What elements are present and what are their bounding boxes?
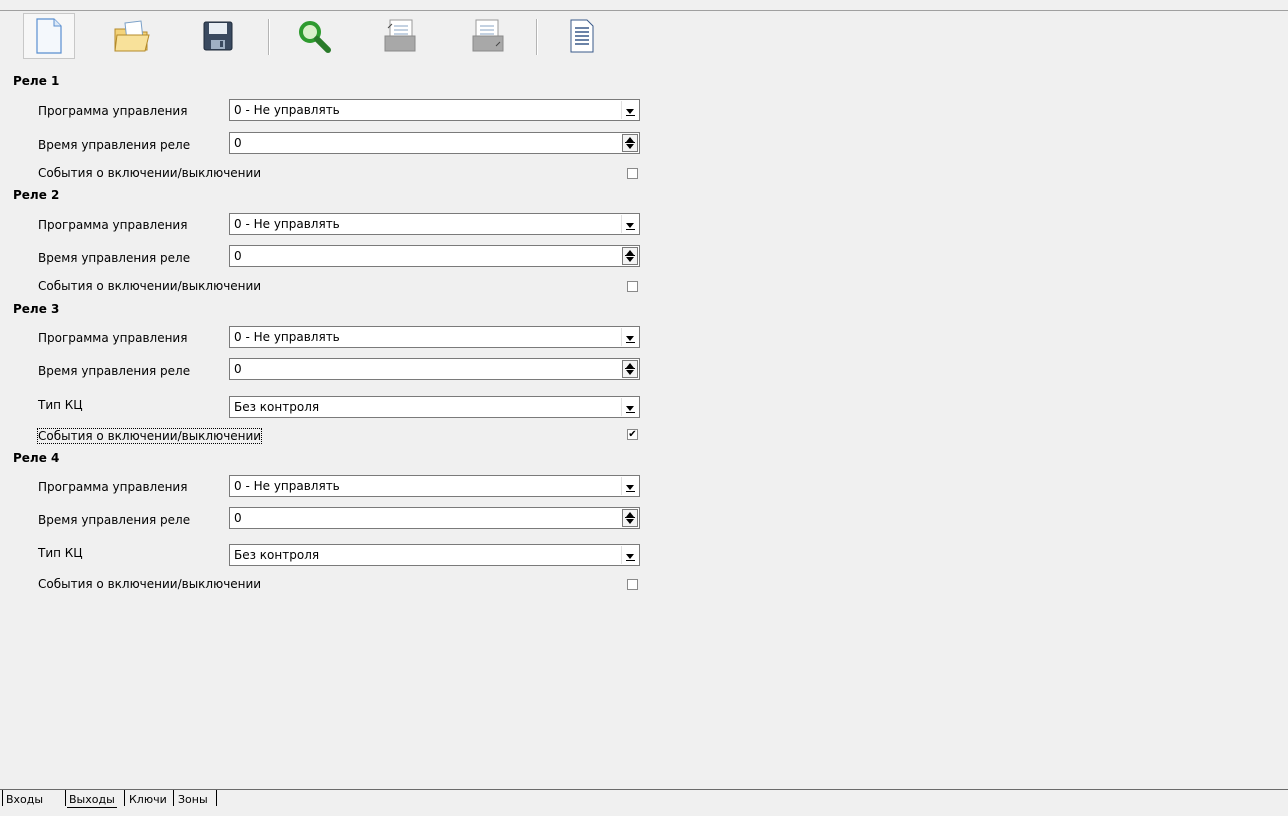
selected-value: 0 - Не управлять (234, 217, 340, 231)
chevron-down-icon[interactable] (621, 328, 638, 346)
spin-arrows-icon[interactable] (622, 509, 638, 527)
new-file-icon (36, 18, 62, 54)
chevron-down-icon[interactable] (621, 101, 638, 119)
spin-arrows-icon[interactable] (622, 247, 638, 265)
relay-1-title: Реле 1 (13, 74, 60, 88)
report-button[interactable] (556, 13, 608, 59)
relay-4-title: Реле 4 (13, 451, 60, 465)
relay-3-events-checkbox[interactable]: ✔ (627, 429, 638, 440)
checkmark-icon: ✔ (628, 429, 637, 440)
search-button[interactable] (288, 13, 340, 59)
relay-2-title: Реле 2 (13, 188, 60, 202)
events-label: События о включении/выключении (38, 166, 262, 180)
relay-4-time-spinner[interactable]: 0 (229, 507, 640, 529)
program-label: Программа управления (38, 218, 188, 232)
chevron-down-icon[interactable] (621, 546, 638, 564)
save-button[interactable] (192, 13, 244, 59)
download-config-button[interactable] (462, 13, 514, 59)
relay-3-title: Реле 3 (13, 302, 60, 316)
search-icon (299, 21, 331, 53)
selected-value: Без контроля (234, 400, 320, 414)
selected-value: 0 - Не управлять (234, 103, 340, 117)
relay-3-kc-type-select[interactable]: Без контроля (229, 396, 640, 418)
tab-inputs[interactable]: Входы (4, 792, 45, 807)
selected-value: 0 - Не управлять (234, 479, 340, 493)
time-value: 0 (234, 511, 242, 525)
kc-type-label: Тип КЦ (38, 546, 83, 560)
events-label: События о включении/выключении (38, 279, 262, 293)
events-label: События о включении/выключении (38, 577, 262, 591)
upload-config-icon (384, 19, 416, 52)
time-value: 0 (234, 249, 242, 263)
relay-3-program-select[interactable]: 0 - Не управлять (229, 326, 640, 348)
selected-value: 0 - Не управлять (234, 330, 340, 344)
chevron-down-icon[interactable] (621, 215, 638, 233)
save-disk-icon (203, 21, 233, 51)
time-label: Время управления реле (38, 251, 191, 265)
chevron-down-icon[interactable] (621, 398, 638, 416)
relay-4-program-select[interactable]: 0 - Не управлять (229, 475, 640, 497)
relay-3-time-spinner[interactable]: 0 (229, 358, 640, 380)
time-label: Время управления реле (38, 364, 191, 378)
time-label: Время управления реле (38, 138, 191, 152)
tab-zones[interactable]: Зоны (176, 792, 210, 807)
time-value: 0 (234, 362, 242, 376)
tab-keys[interactable]: Ключи (127, 792, 169, 807)
relay-2-program-select[interactable]: 0 - Не управлять (229, 213, 640, 235)
relay-2-time-spinner[interactable]: 0 (229, 245, 640, 267)
time-label: Время управления реле (38, 513, 191, 527)
spin-arrows-icon[interactable] (622, 360, 638, 378)
report-document-icon (570, 19, 594, 53)
program-label: Программа управления (38, 480, 188, 494)
open-folder-icon (114, 20, 150, 52)
selected-value: Без контроля (234, 548, 320, 562)
program-label: Программа управления (38, 331, 188, 345)
open-button[interactable] (106, 13, 158, 59)
relay-4-events-checkbox[interactable] (627, 579, 638, 590)
chevron-down-icon[interactable] (621, 477, 638, 495)
sheet-tabs: Входы Выходы Ключи Зоны (0, 789, 1288, 816)
relay-2-events-checkbox[interactable] (627, 281, 638, 292)
relay-1-time-spinner[interactable]: 0 (229, 132, 640, 154)
upload-config-button[interactable] (374, 13, 426, 59)
relay-settings-panel: Реле 1 Программа управления 0 - Не управ… (0, 62, 1288, 790)
program-label: Программа управления (38, 104, 188, 118)
kc-type-label: Тип КЦ (38, 398, 83, 412)
relay-4-kc-type-select[interactable]: Без контроля (229, 544, 640, 566)
new-file-button[interactable] (23, 13, 75, 59)
relay-1-program-select[interactable]: 0 - Не управлять (229, 99, 640, 121)
toolbar (0, 10, 1288, 61)
spin-arrows-icon[interactable] (622, 134, 638, 152)
relay-1-events-checkbox[interactable] (627, 168, 638, 179)
events-label: События о включении/выключении (36, 428, 263, 444)
download-config-icon (472, 19, 504, 52)
time-value: 0 (234, 136, 242, 150)
tab-outputs[interactable]: Выходы (67, 792, 117, 808)
